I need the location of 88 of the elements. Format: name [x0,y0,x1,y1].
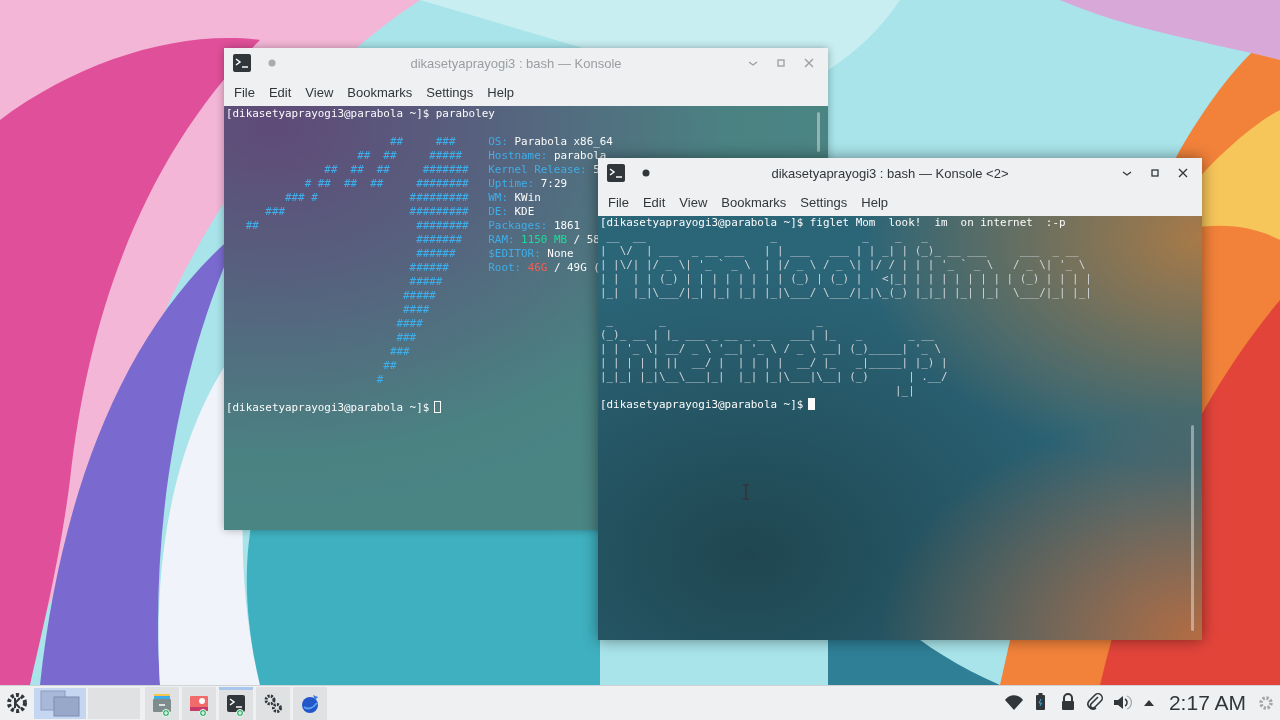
circle-icon [268,59,276,67]
menu-item[interactable]: File [601,190,636,214]
ascii-logo-line: ###### [415,247,457,261]
close-icon [804,58,814,68]
info-label: WM: [488,191,508,204]
menu-item[interactable]: Help [480,80,522,104]
ascii-logo-line: ####### [415,233,464,247]
ascii-logo-line: # ## ## ## ######## [303,177,470,191]
ascii-logo-line: ### [395,331,418,345]
ascii-logo-line: ##### [408,275,444,289]
ascii-art-line: | | | | (_) | | | | | | | | (_) | (_) | <|_| | | | | | | | | (_) | | | | [600,272,1092,285]
mouse-pointer-icon [742,484,750,500]
info-value: None [547,247,574,260]
info-label: Kernel Release: [488,163,587,176]
ascii-art-line: | | | | | || __/ | | | | | __/ |_ _|_____| |_) | [600,356,948,369]
info-label: Root: [488,261,522,274]
info-value: KDE [514,205,535,218]
command-line: [dikasetyaprayogi3@parabola ~]$ paraboley [226,107,495,120]
terminal-icon [232,53,252,73]
ascii-logo-line: ### [388,345,411,359]
task-button[interactable] [256,686,290,720]
ascii-art-line: | |\/| |/ _ \| '_ ` _ \ | |/ _ \ / _ \| |/ / | | | '_ ` _ \ / _ \| '_ \ [600,258,1086,271]
drawer-icon [150,691,174,718]
maximize-icon [776,58,786,68]
settings-icon [1258,695,1274,711]
info-value: 1150 MB [521,233,567,246]
scrollbar-thumb[interactable] [1191,425,1194,631]
info-label: Uptime: [488,177,535,190]
close-icon [1178,168,1188,178]
info-value: 7:29 [540,177,567,190]
ascii-logo-line: ##### [402,289,437,303]
ascii-art-line: | | '_ \| __/ _ \ '__| '_ \ / _ \ __| (_)_____| '_ \ [600,342,941,355]
info-label: DE: [488,205,508,218]
ascii-logo-line: ###### [408,261,450,275]
ascii-art-line: (_)_ __ | |_ ___ _ __ _ __ ___| |_ _ _ __ [600,328,935,341]
ascii-logo-line: ## ## ## ####### [323,163,470,177]
command-line: [dikasetyaprayogi3@parabola ~]$ figlet Mom look! im on internet :-p [600,216,1066,229]
command-line: [dikasetyaprayogi3@parabola ~]$ [600,398,804,411]
ascii-art-line: __ __ _ _ _ _ [605,230,928,243]
info-value: 1861 [553,219,581,232]
info-label: RAM: [488,233,515,246]
scrollbar-thumb[interactable] [817,112,820,152]
up-arrow-icon [1143,700,1154,706]
menu-item[interactable]: Bookmarks [714,190,794,214]
info-label: Packages: [488,219,548,232]
ascii-art-line: |_|_| |_|\__\___|_| |_| |_|\___|\__| (_) | .__/ [600,370,948,383]
clock[interactable]: 2:17 AM [1168,691,1246,715]
maximize-icon [1150,168,1160,178]
ascii-logo-line: #### [395,317,424,331]
info-label: OS: [488,135,508,148]
info-value: Parabola x86_64 [514,135,613,148]
ascii-art-line: _ _ _ [605,314,823,327]
menu-item[interactable]: Bookmarks [340,80,420,104]
ascii-art-line: |_| |_|\___/|_| |_| |_| |_|\___/ \___/|_|\_(_) |_|_| |_| |_| \___/|_| |_| [600,286,1092,299]
menu-item[interactable]: File [227,80,262,104]
ascii-logo-line: ### # ######### [284,191,470,205]
ascii-logo-line: #### [402,303,431,317]
circle-icon [642,169,650,177]
ascii-logo-line: # [375,373,385,387]
info-value: KWin [514,191,541,204]
ascii-logo-line: ## ######## [244,219,470,233]
menu-item[interactable]: Edit [635,190,673,214]
info-label: Hostname: [488,149,548,162]
desktop-pager-cell[interactable] [34,687,86,719]
menu-item[interactable]: Settings [793,190,855,214]
info-value: / 49G ( [553,261,600,274]
menu-item[interactable]: Settings [419,80,481,104]
ascii-art-line: |_| [894,384,915,397]
ascii-logo-line: ## ## ##### [356,149,464,163]
info-label: $EDITOR: [488,247,541,260]
ascii-logo-line: ### ######### [264,205,470,219]
info-value: 46G [527,261,548,274]
desktop-pager-cell[interactable] [88,687,140,719]
window-title: dikasetyaprayogi3 : bash — Konsole [409,55,623,71]
window-thumbnail-drawing [38,689,82,717]
menu-item[interactable]: Edit [261,80,299,104]
launcher-icon [6,692,28,714]
terminal-icon [606,163,626,183]
task-button[interactable] [293,686,327,720]
ascii-logo-line: ## ### [388,135,457,149]
menu-item[interactable]: Help [854,190,896,214]
ascii-logo-line: ## [382,359,398,373]
ascii-art-line: | \/ | ___ _ __ ___ | | ___ ___ | | _| | (_)_ __ ___ ___ _ __ [600,244,1079,257]
command-line: [dikasetyaprayogi3@parabola ~]$ [226,401,430,414]
menu-item[interactable]: View [672,190,715,214]
menu-item[interactable]: View [298,80,341,104]
task-button[interactable] [219,686,253,720]
window-title: dikasetyaprayogi3 : bash — Konsole <2> [770,165,1010,181]
